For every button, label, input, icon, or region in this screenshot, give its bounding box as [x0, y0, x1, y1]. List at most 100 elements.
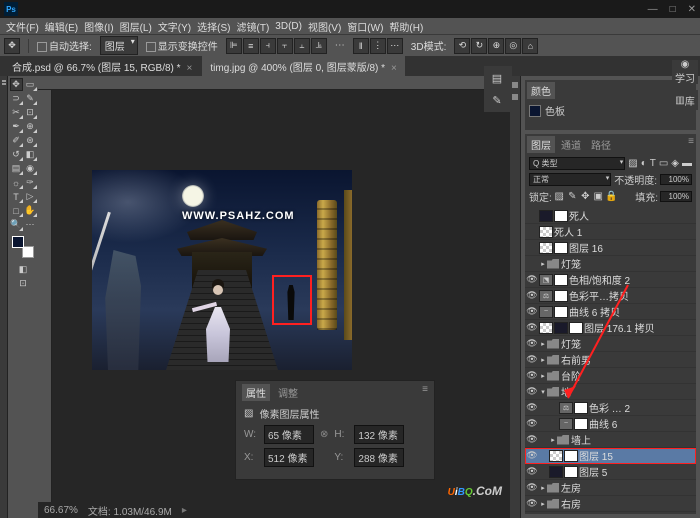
- layer-thumb[interactable]: [539, 322, 553, 334]
- menu-view[interactable]: 视图(V): [306, 19, 343, 34]
- lock-all-icon[interactable]: 🔒: [606, 191, 617, 202]
- lasso-tool[interactable]: ⊃: [10, 92, 23, 105]
- layer-row[interactable]: 👁图层 176.1 拷贝: [525, 320, 696, 336]
- maximize-button[interactable]: □: [670, 4, 676, 15]
- align-icon[interactable]: ⫟: [277, 38, 293, 54]
- layer-name[interactable]: 墙上: [571, 432, 694, 447]
- layer-row[interactable]: 图层 16: [525, 240, 696, 256]
- visibility-icon[interactable]: 👁: [525, 290, 539, 301]
- text-tool[interactable]: T: [10, 190, 23, 203]
- menu-image[interactable]: 图像(I): [82, 19, 115, 34]
- menu-type[interactable]: 文字(Y): [156, 19, 193, 34]
- brush-panel-icon[interactable]: ✎: [486, 90, 508, 110]
- library-button[interactable]: ▥ 库: [672, 90, 698, 110]
- opacity-value[interactable]: 100%: [660, 174, 692, 185]
- folder-fold-icon[interactable]: ▸: [539, 372, 547, 380]
- layer-name[interactable]: 右前男: [561, 352, 694, 367]
- layer-row[interactable]: 👁~曲线 6 拷贝: [525, 304, 696, 320]
- tab-document-1[interactable]: 合成.psd @ 66.7% (图层 15, RGB/8) *×: [4, 56, 200, 77]
- folder-fold-icon[interactable]: ▸: [539, 260, 547, 268]
- layer-thumb[interactable]: [554, 242, 568, 254]
- dodge-tool[interactable]: ☼: [10, 176, 23, 189]
- layer-name[interactable]: 灯笼: [561, 256, 694, 271]
- visibility-icon[interactable]: 👁: [525, 354, 539, 365]
- menu-window[interactable]: 窗口(W): [345, 19, 385, 34]
- layer-name[interactable]: 图层 15: [579, 448, 694, 463]
- layer-list[interactable]: 死人死人 1图层 16▸灯笼👁⬔色相/饱和度 2👁⚖色彩平…拷贝👁~曲线 6 拷…: [525, 208, 696, 514]
- blur-tool[interactable]: ◉: [24, 162, 37, 175]
- layer-filter-type[interactable]: Q 类型: [529, 157, 625, 170]
- quickmask-tool[interactable]: ◧: [17, 263, 30, 276]
- w-field[interactable]: 65 像素: [264, 425, 314, 444]
- layer-thumb[interactable]: [549, 466, 563, 478]
- tab-document-2[interactable]: timg.jpg @ 400% (图层 0, 图层蒙版/8) *×: [202, 56, 405, 77]
- layer-thumb[interactable]: ⬔: [539, 274, 553, 286]
- close-icon[interactable]: ×: [391, 63, 397, 74]
- history-brush-tool[interactable]: ↺: [10, 148, 23, 161]
- fill-value[interactable]: 100%: [660, 191, 692, 202]
- auto-select-checkbox[interactable]: [37, 42, 47, 52]
- minimize-button[interactable]: —: [648, 4, 658, 15]
- layer-thumb[interactable]: [569, 322, 583, 334]
- chevron-right-icon[interactable]: ▸: [182, 505, 187, 516]
- collapsed-dock[interactable]: [0, 76, 8, 518]
- 3d-icon[interactable]: ◎: [505, 38, 521, 54]
- layer-thumb[interactable]: ~: [539, 306, 553, 318]
- layer-name[interactable]: 图层 16: [569, 240, 694, 255]
- folder-fold-icon[interactable]: ▸: [539, 484, 547, 492]
- align-icon[interactable]: ⫡: [311, 38, 327, 54]
- visibility-icon[interactable]: 👁: [525, 306, 539, 317]
- layer-name[interactable]: 左房: [561, 480, 694, 495]
- lock-pixels-icon[interactable]: ✎: [567, 191, 578, 202]
- h-field[interactable]: 132 像素: [354, 425, 404, 444]
- close-button[interactable]: ✕: [688, 4, 696, 15]
- align-icon[interactable]: ≡: [243, 38, 259, 54]
- layer-name[interactable]: 地: [561, 384, 694, 399]
- stamp-tool[interactable]: ⊛: [24, 134, 37, 147]
- layer-row[interactable]: 👁图层 5: [525, 464, 696, 480]
- layer-row[interactable]: 👁图层 15: [525, 448, 696, 464]
- 3d-icon[interactable]: ↻: [471, 38, 487, 54]
- layer-name[interactable]: 图层 176.1 拷贝: [584, 320, 694, 335]
- panel-menu-icon[interactable]: ≡: [422, 384, 428, 401]
- layer-name[interactable]: 右房: [561, 496, 694, 511]
- frame-tool[interactable]: ⊡: [24, 106, 37, 119]
- visibility-icon[interactable]: 👁: [525, 274, 539, 285]
- layer-thumb[interactable]: ~: [559, 418, 573, 430]
- menu-select[interactable]: 选择(S): [195, 19, 232, 34]
- tab-layers[interactable]: 图层: [527, 136, 555, 153]
- ruler-vertical[interactable]: [38, 90, 52, 502]
- screen-mode[interactable]: ⊡: [17, 277, 30, 290]
- layer-row[interactable]: 👁▸墙上: [525, 432, 696, 448]
- layer-name[interactable]: 死人: [569, 208, 694, 223]
- fg-swatch[interactable]: [529, 105, 541, 117]
- marquee-tool[interactable]: ▭: [24, 78, 37, 91]
- show-transform-checkbox[interactable]: [146, 42, 156, 52]
- layer-thumb[interactable]: ⚖: [559, 402, 573, 414]
- color-swatches[interactable]: [12, 236, 34, 258]
- visibility-icon[interactable]: 👁: [525, 370, 539, 381]
- link-icon[interactable]: ⊗: [320, 429, 328, 440]
- filter-icon[interactable]: ◈: [671, 158, 679, 169]
- layer-row[interactable]: 死人: [525, 208, 696, 224]
- layer-thumb[interactable]: [574, 418, 588, 430]
- align-icon[interactable]: ⫠: [294, 38, 310, 54]
- path-tool[interactable]: ▷: [24, 190, 37, 203]
- close-icon[interactable]: ×: [187, 63, 193, 74]
- menu-3d[interactable]: 3D(D): [273, 21, 304, 32]
- right-dock[interactable]: [510, 76, 520, 518]
- gradient-tool[interactable]: ▤: [10, 162, 23, 175]
- filter-toggle[interactable]: ▬: [682, 158, 692, 169]
- layer-thumb[interactable]: [554, 210, 568, 222]
- edit-toolbar[interactable]: ⋯: [24, 218, 37, 231]
- pen-tool[interactable]: ✑: [24, 176, 37, 189]
- visibility-icon[interactable]: 👁: [525, 402, 539, 413]
- layer-row[interactable]: 👁▸左房: [525, 480, 696, 496]
- layer-thumb[interactable]: [554, 274, 568, 286]
- layer-row[interactable]: ▸ 灯笼: [525, 256, 696, 272]
- move-tool-icon[interactable]: ✥: [4, 38, 20, 54]
- distribute-icon[interactable]: ‖: [353, 38, 369, 54]
- eraser-tool[interactable]: ◧: [24, 148, 37, 161]
- history-icon[interactable]: ▤: [486, 68, 508, 88]
- 3d-icon[interactable]: ⊕: [488, 38, 504, 54]
